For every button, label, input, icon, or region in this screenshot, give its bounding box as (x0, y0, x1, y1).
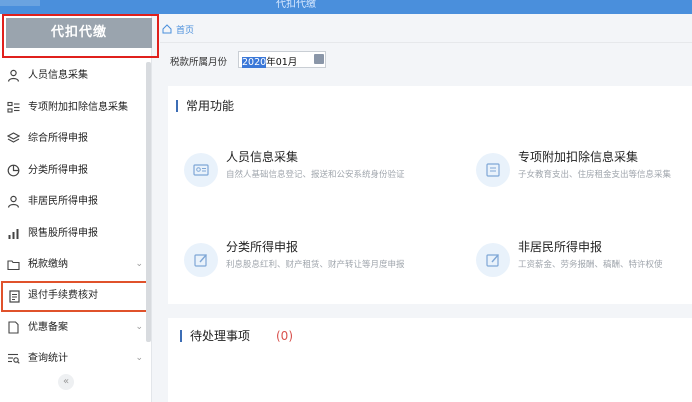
sidebar-item-personnel-info[interactable]: 人员信息采集 (0, 60, 152, 92)
bar-chart-icon (8, 228, 19, 239)
function-card-desc: 工资薪金、劳务报酬、稿酬、特许权使 (518, 260, 663, 270)
form-icon (476, 153, 510, 187)
function-card-title: 人员信息采集 (226, 150, 299, 164)
pie-icon (7, 164, 20, 176)
function-card-title: 分类所得申报 (226, 240, 299, 254)
chevron-down-icon: ⌄ (135, 353, 143, 363)
sidebar-item-non-resident[interactable]: 非居民所得申报 (0, 186, 152, 218)
sidebar-header-highlight (2, 14, 159, 58)
sidebar-item-label: 综合所得申报 (28, 133, 88, 144)
sidebar-item-special-deduction[interactable]: 专项附加扣除信息采集 (0, 92, 152, 124)
tax-period-year-selected: 2020 (242, 57, 267, 68)
folder-icon (7, 260, 20, 271)
sidebar-item-tax-payment[interactable]: 税款缴纳 ⌄ (0, 249, 152, 281)
function-card-desc: 子女教育支出、住房租金支出等信息采集 (518, 170, 672, 180)
top-bar-corner (0, 0, 40, 6)
search-list-icon (8, 353, 20, 364)
function-card-desc: 利息股息红利、财产租赁、财产转让等月度申报 (226, 260, 405, 270)
pending-items-title: 待处理事项 (180, 330, 250, 342)
sidebar-item-label: 退付手续费核对 (28, 289, 98, 301)
edit-icon (476, 243, 510, 277)
sidebar-item-comprehensive-income[interactable]: 综合所得申报 (0, 123, 152, 155)
home-icon (162, 24, 172, 34)
sidebar-item-label: 专项附加扣除信息采集 (28, 101, 128, 113)
sidebar-item-classified-income[interactable]: 分类所得申报 (0, 155, 152, 187)
tax-period-label: 税款所属月份 (170, 57, 228, 68)
calendar-icon[interactable] (314, 54, 324, 64)
tax-period-month: 年01月 (266, 57, 298, 68)
document-icon (9, 289, 20, 303)
id-card-icon (184, 153, 218, 187)
person-icon (7, 69, 20, 82)
sidebar-item-query-stats[interactable]: 查询统计 ⌄ (0, 343, 152, 375)
sidebar-item-restricted-stock[interactable]: 限售股所得申报 (0, 218, 152, 250)
pending-items-panel: 待处理事项 (0) (168, 318, 692, 402)
sidebar-item-label: 非居民所得申报 (28, 196, 98, 207)
sidebar-item-label: 限售股所得申报 (28, 227, 98, 239)
sidebar-scrollbar[interactable] (146, 62, 151, 342)
tax-period-value[interactable]: 2020年01月 (242, 54, 297, 68)
sidebar-item-label: 税款缴纳 (28, 259, 68, 270)
breadcrumb-divider (160, 42, 692, 43)
app-title: 代扣代缴 (276, 0, 316, 10)
function-card-personnel-info[interactable]: 人员信息采集 自然人基础信息登记、报送和公安系统身份验证 (176, 148, 476, 200)
function-card-classified-income[interactable]: 分类所得申报 利息股息红利、财产租赁、财产转让等月度申报 (176, 238, 476, 290)
function-card-desc: 自然人基础信息登记、报送和公安系统身份验证 (226, 170, 405, 180)
sidebar-item-label: 人员信息采集 (28, 70, 88, 81)
person-icon (7, 195, 20, 208)
file-icon (8, 320, 19, 334)
top-bar: 代扣代缴 (0, 0, 692, 14)
sidebar: 代扣代缴 人员信息采集 专项附加扣除信息采集 综合所得申报 分类所得申报 非居民… (0, 14, 159, 402)
breadcrumb-home-link[interactable]: 首页 (176, 23, 194, 36)
sidebar-item-refund-fee-check[interactable]: 退付手续费核对 (1, 280, 149, 312)
pending-items-count: (0) (276, 329, 293, 343)
chevron-down-icon: ⌄ (135, 259, 143, 269)
breadcrumb: 首页 (160, 20, 692, 43)
sidebar-item-label: 优惠备案 (28, 321, 68, 333)
collapse-sidebar-button[interactable]: « (58, 374, 74, 390)
sidebar-menu: 人员信息采集 专项附加扣除信息采集 综合所得申报 分类所得申报 非居民所得申报 … (0, 60, 152, 375)
list-icon (7, 101, 20, 113)
function-card-non-resident[interactable]: 非居民所得申报 工资薪金、劳务报酬、稿酬、特许权使 (468, 238, 692, 290)
function-card-title: 非居民所得申报 (518, 240, 603, 254)
function-card-special-deduction[interactable]: 专项附加扣除信息采集 子女教育支出、住房租金支出等信息采集 (468, 148, 692, 200)
sidebar-item-label: 查询统计 (28, 353, 68, 364)
chevron-down-icon: ⌄ (135, 321, 143, 332)
edit-icon (184, 243, 218, 277)
sidebar-item-preferential-filing[interactable]: 优惠备案 ⌄ (0, 312, 152, 344)
common-functions-panel: 常用功能 人员信息采集 自然人基础信息登记、报送和公安系统身份验证 专项附加扣除… (168, 86, 692, 304)
common-functions-title: 常用功能 (176, 100, 234, 112)
function-card-title: 专项附加扣除信息采集 (518, 150, 639, 164)
layers-icon (7, 132, 20, 143)
sidebar-item-label: 分类所得申报 (28, 164, 88, 176)
